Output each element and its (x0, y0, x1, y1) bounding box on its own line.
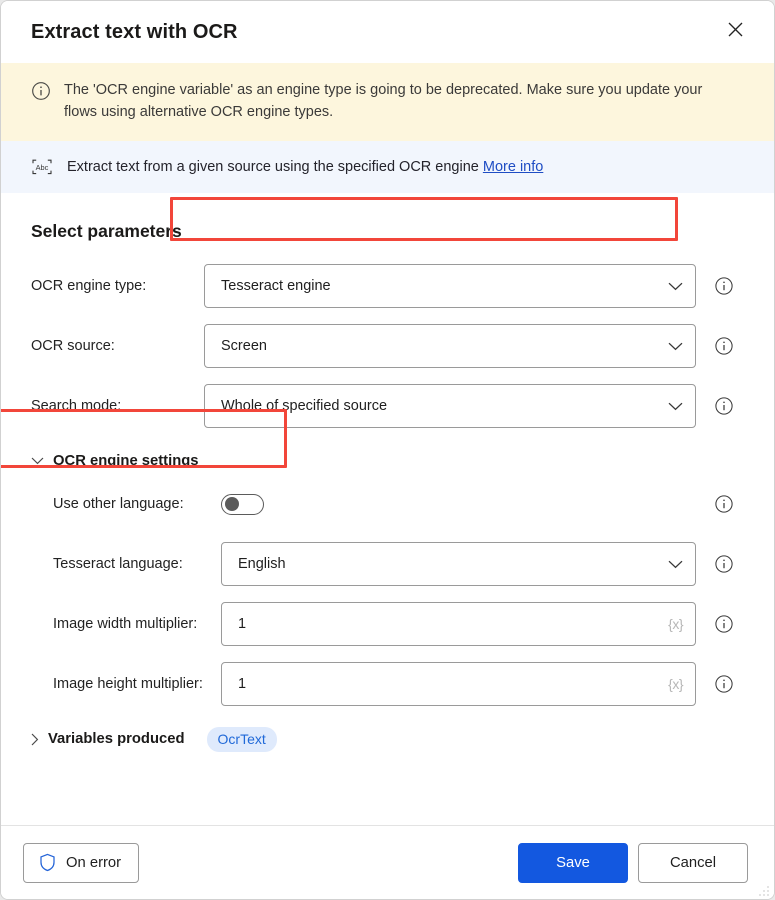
label-search-mode: Search mode: (31, 398, 122, 414)
image-width-multiplier-value: 1 (238, 616, 247, 632)
ocr-source-dropdown[interactable]: Screen (204, 324, 696, 368)
info-icon-ocr-source[interactable] (713, 335, 735, 357)
ocr-engine-settings-header[interactable]: OCR engine settings (31, 450, 748, 472)
info-icon-tesseract-language[interactable] (713, 553, 735, 575)
shield-icon (39, 853, 56, 872)
extract-text-with-ocr-dialog: Extract text with OCR The 'OCR engine va… (0, 0, 775, 900)
description-text: Extract text from a given source using t… (67, 159, 479, 175)
info-icon-image-height-multiplier[interactable] (713, 673, 735, 695)
field-row-image-width-multiplier: Image width multiplier: 1 {x} (31, 602, 748, 646)
variable-pill-ocrtext[interactable]: OcrText (206, 726, 277, 752)
ocr-engine-type-value: Tesseract engine (221, 278, 331, 294)
label-image-width-multiplier: Image width multiplier: (53, 616, 198, 632)
label-ocr-engine-type: OCR engine type: (31, 278, 147, 294)
search-mode-value: Whole of specified source (221, 398, 388, 414)
tesseract-language-dropdown[interactable]: English (221, 542, 696, 586)
chevron-right-icon (31, 733, 39, 746)
chevron-down-icon (668, 282, 683, 291)
more-info-link[interactable]: More info (483, 159, 543, 175)
use-other-language-toggle[interactable] (221, 493, 264, 515)
action-description-banner: Abc Extract text from a given source usi… (1, 141, 774, 193)
toggle-knob (225, 496, 239, 511)
field-row-use-other-language: Use other language: (31, 482, 748, 526)
info-icon-image-width-multiplier[interactable] (713, 613, 735, 635)
cancel-button[interactable]: Cancel (638, 842, 748, 883)
field-row-ocr-source: OCR source: Screen (31, 324, 748, 368)
label-use-other-language: Use other language: (53, 496, 184, 512)
field-row-search-mode: Search mode: Whole of specified source (31, 384, 748, 428)
on-error-label: On error (66, 854, 122, 871)
variable-glyph-icon[interactable]: {x} (668, 616, 683, 632)
tesseract-language-value: English (238, 556, 286, 572)
on-error-button[interactable]: On error (23, 842, 140, 883)
chevron-down-icon (668, 560, 683, 569)
label-ocr-source: OCR source: (31, 338, 115, 354)
info-circle-icon (31, 81, 51, 106)
dialog-titlebar: Extract text with OCR (1, 1, 774, 63)
variable-glyph-icon[interactable]: {x} (668, 676, 683, 692)
image-width-multiplier-input[interactable]: 1 {x} (221, 602, 696, 646)
variables-produced-header[interactable]: Variables produced OcrText (31, 726, 748, 752)
ocr-source-value: Screen (221, 338, 267, 354)
description-text-wrap: Extract text from a given source using t… (67, 159, 543, 175)
variables-produced-label: Variables produced (48, 731, 185, 747)
close-icon (728, 22, 743, 42)
info-icon-use-other-language[interactable] (713, 493, 735, 515)
page-title: Extract text with OCR (31, 20, 238, 43)
resize-grip[interactable] (758, 884, 770, 896)
chevron-down-icon (668, 402, 683, 411)
label-image-height-multiplier: Image height multiplier: (53, 676, 203, 692)
dialog-footer: On error Save Cancel (1, 825, 774, 899)
warning-text: The 'OCR engine variable' as an engine t… (64, 82, 703, 120)
label-tesseract-language: Tesseract language: (53, 556, 183, 572)
svg-text:Abc: Abc (36, 163, 49, 172)
close-button[interactable] (718, 16, 752, 48)
chevron-down-icon (31, 457, 44, 465)
image-height-multiplier-input[interactable]: 1 {x} (221, 662, 696, 706)
save-button[interactable]: Save (518, 842, 628, 883)
chevron-down-icon (668, 342, 683, 351)
info-icon-ocr-engine-type[interactable] (713, 275, 735, 297)
image-height-multiplier-value: 1 (238, 676, 247, 692)
field-row-image-height-multiplier: Image height multiplier: 1 {x} (31, 662, 748, 706)
ocr-engine-type-dropdown[interactable]: Tesseract engine (204, 264, 696, 308)
deprecation-warning-banner: The 'OCR engine variable' as an engine t… (1, 63, 774, 141)
info-icon-search-mode[interactable] (713, 395, 735, 417)
ocr-engine-settings-label: OCR engine settings (53, 453, 199, 469)
select-parameters-heading: Select parameters (31, 221, 182, 241)
abc-scan-icon: Abc (31, 158, 53, 176)
field-row-tesseract-language: Tesseract language: English (31, 542, 748, 586)
field-row-ocr-engine-type: OCR engine type: Tesseract engine (31, 264, 748, 308)
search-mode-dropdown[interactable]: Whole of specified source (204, 384, 696, 428)
dialog-body: Select parameters OCR engine type: Tesse… (1, 193, 774, 825)
